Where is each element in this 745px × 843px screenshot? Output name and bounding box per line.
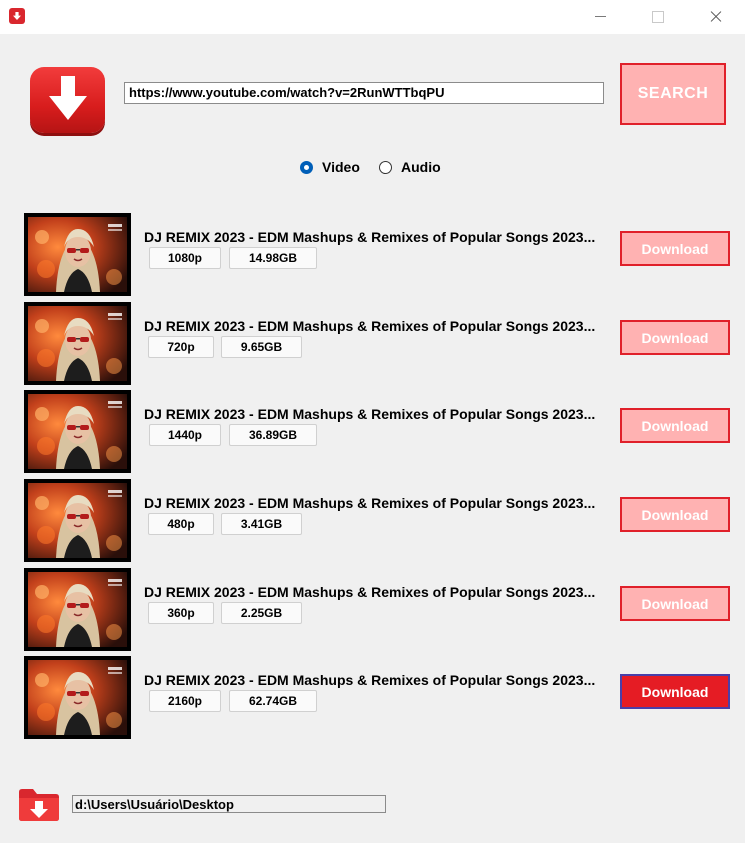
folder-download-icon[interactable] [17,786,61,827]
download-button[interactable]: Download [620,320,730,355]
download-button[interactable]: Download [620,497,730,532]
size-tag: 3.41GB [221,513,302,535]
output-path-input[interactable] [72,795,386,813]
radio-video-label: Video [322,159,360,175]
video-title: DJ REMIX 2023 - EDM Mashups & Remixes of… [144,584,596,600]
radio-audio-circle[interactable] [379,160,392,174]
video-title: DJ REMIX 2023 - EDM Mashups & Remixes of… [144,495,596,511]
thumbnail-art [28,394,127,469]
thumbnail-art [28,306,127,381]
maximize-icon[interactable] [634,0,680,34]
thumbnail-art [28,660,127,735]
video-title: DJ REMIX 2023 - EDM Mashups & Remixes of… [144,229,596,245]
radio-video-circle[interactable] [300,160,313,174]
result-row: DJ REMIX 2023 - EDM Mashups & Remixes of… [0,213,745,296]
result-row: DJ REMIX 2023 - EDM Mashups & Remixes of… [0,390,745,473]
title-bar [0,0,745,34]
url-input[interactable] [124,82,604,104]
result-row: DJ REMIX 2023 - EDM Mashups & Remixes of… [0,302,745,385]
resolution-tag: 720p [148,336,214,358]
size-tag: 9.65GB [221,336,302,358]
download-button[interactable]: Download [620,674,730,709]
video-thumbnail [24,656,131,739]
video-thumbnail [24,390,131,473]
search-button[interactable]: SEARCH [620,63,726,125]
video-title: DJ REMIX 2023 - EDM Mashups & Remixes of… [144,318,596,334]
download-button[interactable]: Download [620,231,730,266]
video-title: DJ REMIX 2023 - EDM Mashups & Remixes of… [144,406,596,422]
result-row: DJ REMIX 2023 - EDM Mashups & Remixes of… [0,568,745,651]
video-title: DJ REMIX 2023 - EDM Mashups & Remixes of… [144,672,596,688]
video-thumbnail [24,568,131,651]
radio-audio-label: Audio [401,159,441,175]
thumbnail-art [28,572,127,647]
video-thumbnail [24,302,131,385]
thumbnail-art [28,217,127,292]
size-tag: 14.98GB [229,247,317,269]
size-tag: 36.89GB [229,424,317,446]
download-logo-icon [30,67,105,133]
download-button[interactable]: Download [620,408,730,443]
resolution-tag: 1440p [149,424,221,446]
thumbnail-art [28,483,127,558]
resolution-tag: 360p [148,602,214,624]
size-tag: 2.25GB [221,602,302,624]
result-row: DJ REMIX 2023 - EDM Mashups & Remixes of… [0,656,745,739]
download-app-icon [9,8,25,24]
radio-video[interactable]: Video [300,157,360,177]
resolution-tag: 2160p [149,690,221,712]
download-button[interactable]: Download [620,586,730,621]
radio-audio[interactable]: Audio [379,157,441,177]
resolution-tag: 1080p [149,247,221,269]
minimize-icon[interactable] [578,0,624,34]
close-icon[interactable] [693,0,739,34]
resolution-tag: 480p [148,513,214,535]
result-row: DJ REMIX 2023 - EDM Mashups & Remixes of… [0,479,745,562]
video-thumbnail [24,213,131,296]
video-thumbnail [24,479,131,562]
size-tag: 62.74GB [229,690,317,712]
